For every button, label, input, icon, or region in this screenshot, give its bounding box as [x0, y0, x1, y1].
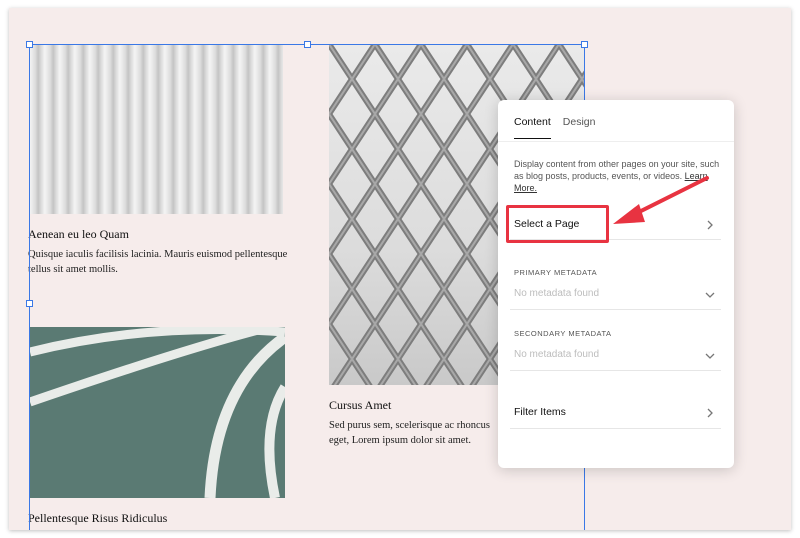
annotation-highlight-box — [506, 205, 609, 243]
selection-outline-left — [29, 44, 30, 530]
chevron-right-icon — [705, 408, 715, 418]
primary-metadata-label: PRIMARY METADATA — [514, 268, 598, 277]
chevron-down-icon — [705, 290, 715, 300]
panel-tabs: Content Design — [514, 116, 595, 139]
secondary-metadata-value: No metadata found — [514, 349, 600, 360]
chevron-down-icon — [705, 351, 715, 361]
primary-metadata-value: No metadata found — [514, 288, 600, 299]
item-body-1[interactable]: Quisque iaculis facilisis lacinia. Mauri… — [28, 248, 290, 277]
item-title-2[interactable]: Cursus Amet — [329, 398, 391, 413]
filter-items-row[interactable]: Filter Items — [510, 388, 721, 429]
primary-metadata-select[interactable]: No metadata found — [510, 278, 721, 310]
content-settings-panel: Content Design Display content from othe… — [498, 100, 734, 468]
annotation-arrow-icon — [609, 174, 711, 228]
running-track-image[interactable] — [30, 327, 285, 498]
tab-design[interactable]: Design — [563, 116, 596, 139]
item-title-3[interactable]: Pellentesque Risus Ridiculus — [28, 511, 167, 526]
resize-handle-top-right[interactable] — [581, 41, 588, 48]
resize-handle-middle-left[interactable] — [26, 300, 33, 307]
item-body-2[interactable]: Sed purus sem, scelerisque ac rhoncus eg… — [329, 419, 507, 448]
tab-divider — [498, 141, 734, 142]
corrugated-metal-image[interactable] — [30, 44, 283, 214]
filter-items-label: Filter Items — [514, 406, 566, 418]
item-title-1[interactable]: Aenean eu leo Quam — [28, 227, 129, 242]
page-canvas: Aenean eu leo Quam Quisque iaculis facil… — [9, 8, 791, 530]
secondary-metadata-label: SECONDARY METADATA — [514, 329, 612, 338]
resize-handle-top-center[interactable] — [304, 41, 311, 48]
tab-content[interactable]: Content — [514, 116, 551, 139]
secondary-metadata-select[interactable]: No metadata found — [510, 339, 721, 371]
resize-handle-top-left[interactable] — [26, 41, 33, 48]
